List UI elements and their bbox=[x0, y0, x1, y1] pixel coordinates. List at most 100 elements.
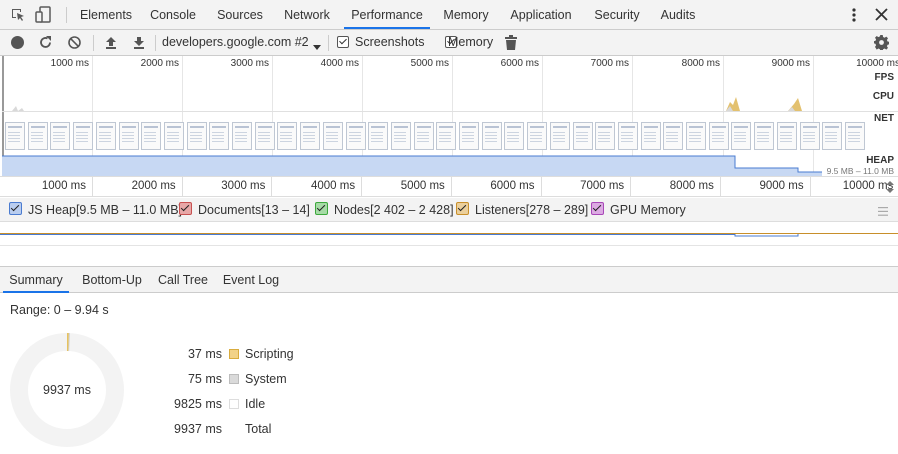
screenshot-thumbnail[interactable] bbox=[708, 122, 729, 150]
screenshot-thumbnail[interactable] bbox=[254, 122, 275, 150]
reload-record-icon[interactable] bbox=[38, 35, 53, 50]
tab-security[interactable]: Security bbox=[586, 0, 648, 29]
legend-item[interactable]: GPU Memory bbox=[591, 198, 686, 222]
chevron-down-icon[interactable] bbox=[313, 40, 321, 50]
screenshot-thumbnail[interactable] bbox=[118, 122, 139, 150]
screenshot-thumbnail[interactable] bbox=[368, 122, 389, 150]
toolbar-divider bbox=[155, 35, 156, 51]
profile-select[interactable]: developers.google.com #2 bbox=[162, 30, 309, 55]
legend-label: JS Heap[9.5 MB – 11.0 MB] bbox=[28, 203, 183, 217]
screenshot-thumbnail[interactable] bbox=[799, 122, 820, 150]
screenshot-thumbnail[interactable] bbox=[822, 122, 843, 150]
screenshot-thumbnail[interactable] bbox=[481, 122, 502, 150]
overview-tick-label: 7000 ms bbox=[590, 58, 629, 69]
screenshot-thumbnail[interactable] bbox=[595, 122, 616, 150]
screenshot-thumbnail[interactable] bbox=[163, 122, 184, 150]
legend-item[interactable]: Nodes[2 402 – 2 428] bbox=[315, 198, 454, 222]
tab-memory[interactable]: Memory bbox=[434, 0, 498, 29]
screenshot-thumbnail[interactable] bbox=[686, 122, 706, 150]
legend-item[interactable]: Listeners[278 – 289] bbox=[456, 198, 588, 222]
tab-call-tree[interactable]: Call Tree bbox=[154, 267, 212, 293]
screenshot-thumbnail[interactable] bbox=[300, 122, 321, 150]
tab-performance[interactable]: Performance bbox=[344, 0, 430, 29]
screenshot-thumbnail[interactable] bbox=[5, 122, 25, 150]
summary-row-idle: 9825 ms Idle bbox=[162, 394, 362, 414]
tab-summary[interactable]: Summary bbox=[3, 267, 69, 293]
heap-range-label: 9.5 MB – 11.0 MB bbox=[826, 166, 894, 176]
time-ruler: 1000 ms 2000 ms 3000 ms 4000 ms 5000 ms 6000 … bbox=[0, 176, 898, 197]
legend-checkbox[interactable] bbox=[179, 202, 192, 215]
ruler-tick-label: 4000 ms bbox=[310, 180, 356, 192]
device-toolbar-icon[interactable] bbox=[35, 6, 53, 24]
screenshot-thumbnail[interactable] bbox=[436, 122, 457, 150]
tab-sources[interactable]: Sources bbox=[210, 0, 270, 29]
details-tab-bar: Summary Bottom-Up Call Tree Event Log bbox=[0, 266, 898, 293]
legend-item[interactable]: JS Heap[9.5 MB – 11.0 MB] bbox=[9, 198, 182, 222]
legend-checkbox[interactable] bbox=[456, 202, 469, 215]
screenshot-thumbnail[interactable] bbox=[186, 122, 207, 150]
ruler-tick-label: 8000 ms bbox=[669, 180, 714, 192]
legend-item[interactable]: Documents[13 – 14] bbox=[179, 198, 310, 222]
legend-checkbox[interactable] bbox=[591, 202, 604, 215]
screenshot-thumbnail[interactable] bbox=[27, 122, 48, 150]
screenshot-thumbnail[interactable] bbox=[459, 122, 479, 150]
inspect-element-icon[interactable] bbox=[10, 7, 26, 23]
capture-settings-gear-icon[interactable] bbox=[873, 35, 890, 52]
close-icon[interactable] bbox=[875, 8, 888, 21]
screenshot-thumbnail[interactable] bbox=[731, 122, 752, 150]
screenshot-thumbnail[interactable] bbox=[232, 122, 252, 150]
save-profile-icon[interactable] bbox=[132, 35, 146, 50]
panel-divider[interactable] bbox=[0, 245, 898, 266]
screenshot-thumbnail[interactable] bbox=[776, 122, 797, 150]
summary-label: Scripting bbox=[245, 347, 294, 361]
summary-value: 9937 ms bbox=[174, 422, 222, 436]
screenshot-thumbnail[interactable] bbox=[345, 122, 366, 150]
ruler-gridline bbox=[450, 177, 452, 197]
ruler-tick-label: 10000 ms bbox=[842, 180, 894, 192]
ruler-resize-handle[interactable] bbox=[886, 181, 894, 193]
screenshot-thumbnail[interactable] bbox=[73, 122, 94, 150]
screenshot-thumbnail[interactable] bbox=[549, 122, 570, 150]
screenshot-thumbnail[interactable] bbox=[844, 122, 865, 150]
record-icon[interactable] bbox=[11, 36, 24, 49]
load-profile-icon[interactable] bbox=[104, 35, 118, 50]
screenshot-thumbnail[interactable] bbox=[754, 122, 775, 150]
screenshot-thumbnail[interactable] bbox=[663, 122, 684, 150]
screenshot-thumbnail[interactable] bbox=[141, 122, 162, 150]
overview-tick-label: 4000 ms bbox=[320, 58, 359, 69]
legend-checkbox[interactable] bbox=[315, 202, 328, 215]
tab-console[interactable]: Console bbox=[143, 0, 203, 29]
screenshot-thumbnail[interactable] bbox=[527, 122, 548, 150]
tab-audits[interactable]: Audits bbox=[651, 0, 705, 29]
performance-toolbar: developers.google.com #2 Screenshots Mem… bbox=[0, 30, 898, 56]
screenshot-thumbnail[interactable] bbox=[640, 122, 661, 150]
hamburger-menu-icon[interactable] bbox=[878, 205, 888, 216]
screenshot-thumbnail[interactable] bbox=[413, 122, 434, 150]
ruler-gridline bbox=[361, 177, 363, 197]
screenshot-thumbnail[interactable] bbox=[277, 122, 298, 150]
screenshot-thumbnail[interactable] bbox=[504, 122, 525, 150]
tab-network[interactable]: Network bbox=[276, 0, 338, 29]
screenshot-thumbnail[interactable] bbox=[209, 122, 230, 150]
screenshots-checkbox[interactable] bbox=[337, 36, 349, 48]
screenshot-thumbnail[interactable] bbox=[390, 122, 411, 150]
ruler-tick-label: 6000 ms bbox=[490, 180, 535, 192]
tab-elements[interactable]: Elements bbox=[74, 0, 138, 29]
screenshot-thumbnail[interactable] bbox=[322, 122, 343, 150]
legend-checkbox[interactable] bbox=[9, 202, 22, 215]
screenshot-thumbnail[interactable] bbox=[572, 122, 593, 150]
screenshot-thumbnail[interactable] bbox=[95, 122, 116, 150]
screenshot-thumbnail[interactable] bbox=[617, 122, 638, 150]
summary-panel: Range: 0 – 9.94 s 9937 ms 37 ms Scripting… bbox=[0, 293, 898, 454]
tab-bottom-up[interactable]: Bottom-Up bbox=[75, 267, 149, 293]
tab-event-log[interactable]: Event Log bbox=[218, 267, 284, 293]
tab-application[interactable]: Application bbox=[502, 0, 580, 29]
collect-garbage-icon[interactable] bbox=[505, 35, 517, 50]
screenshot-thumbnail[interactable] bbox=[50, 122, 71, 150]
ruler-tick-label: 3000 ms bbox=[221, 180, 266, 192]
clear-icon[interactable] bbox=[67, 35, 82, 50]
timeline-overview[interactable]: 1000 ms 2000 ms 3000 ms 4000 ms 5000 ms 6000 … bbox=[2, 56, 898, 176]
summary-value: 37 ms bbox=[187, 347, 222, 361]
fps-row-label: FPS bbox=[874, 72, 894, 83]
more-menu-icon[interactable] bbox=[851, 7, 857, 23]
